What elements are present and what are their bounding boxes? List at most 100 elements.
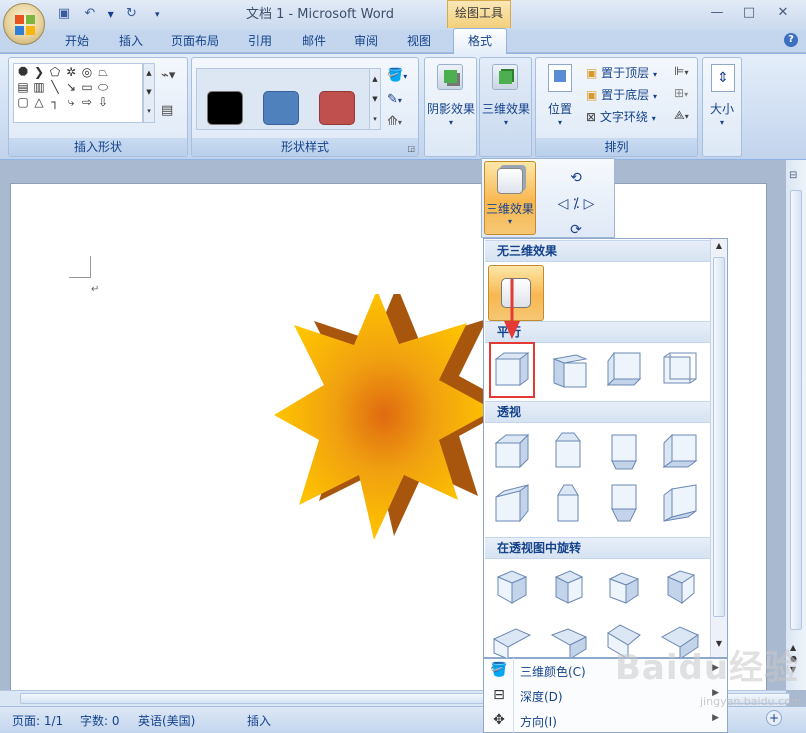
style-swatch-red[interactable]	[319, 91, 355, 125]
chevron-shape-icon[interactable]: ❯	[31, 65, 47, 80]
gallery-item-rotate-5[interactable]	[490, 617, 534, 661]
pentagon-shape-icon[interactable]: ⬠	[47, 65, 63, 80]
gallery-item-rotate-4[interactable]	[658, 565, 702, 609]
gallery-item-parallel-4[interactable]	[658, 347, 702, 391]
group-shape-styles: ▲ ▼ ▾ 🪣▾ ✎▾ ⟰▾ 形状样式 ◲	[191, 57, 419, 157]
gallery-item-perspective-4[interactable]	[658, 429, 702, 473]
line-shape-icon[interactable]: ╲	[47, 80, 63, 95]
gallery-scroll-icon[interactable]: ▲ ▼ ▾	[143, 63, 155, 123]
maximize-icon[interactable]: □	[736, 4, 762, 22]
align-icon[interactable]: ⊫▾	[674, 64, 688, 78]
tab-mailings[interactable]: 邮件	[292, 32, 336, 52]
tab-view[interactable]: 视图	[397, 32, 441, 52]
vertical-textbox-shape-icon[interactable]: ▥	[31, 80, 47, 95]
group-objects-icon[interactable]: ⊞▾	[674, 86, 688, 100]
tab-insert[interactable]: 插入	[109, 32, 153, 52]
gear-shape-icon[interactable]: ✲	[63, 65, 79, 80]
size-button[interactable]: 大小	[703, 100, 741, 117]
oval-shape-icon[interactable]: ⬭	[95, 80, 111, 95]
gallery-item-perspective-3[interactable]	[602, 429, 646, 473]
outline-pen-icon[interactable]: ✎▾	[387, 92, 402, 107]
status-word-count[interactable]: 字数: 0	[80, 712, 120, 729]
rounded-rect-shape-icon[interactable]: ▢	[15, 95, 31, 110]
status-page[interactable]: 页面: 1/1	[12, 712, 63, 729]
styles-scroll-icon[interactable]: ▲ ▼ ▾	[369, 68, 381, 130]
3d-effects-gallery: 无三维效果 平行 透视 在透视图中旋转	[483, 238, 728, 661]
elbow-connector-shape-icon[interactable]: ┐	[47, 95, 63, 110]
position-button[interactable]: 位置	[538, 100, 582, 117]
size-icon[interactable]: ⇕	[711, 64, 735, 92]
dialog-launcher-icon[interactable]: ◲	[407, 144, 415, 153]
group-size: ⇕ 大小 ▾	[702, 57, 742, 157]
rectangle-shape-icon[interactable]: ▭	[79, 80, 95, 95]
octagon-shape-icon[interactable]: ⯃	[15, 65, 31, 80]
elbow-arrow-shape-icon[interactable]: ⤷	[63, 95, 79, 110]
gallery-item-perspective-5[interactable]	[490, 481, 534, 525]
gallery-scroll-thumb[interactable]	[713, 257, 725, 617]
gallery-scrollbar[interactable]: ▲ ▼	[710, 239, 727, 657]
gallery-item-rotate-3[interactable]	[602, 565, 646, 609]
gallery-item-perspective-8[interactable]	[658, 481, 702, 525]
rotate-icon[interactable]: ⟁▾	[674, 108, 689, 123]
trapezoid-shape-icon[interactable]: ⏢	[95, 65, 111, 80]
shadow-effects-icon[interactable]	[437, 64, 463, 90]
office-button[interactable]	[3, 3, 45, 45]
style-swatch-black[interactable]	[207, 91, 243, 125]
shadow-effects-button[interactable]: 阴影效果	[427, 100, 475, 117]
change-shape-icon[interactable]: ⟰▾	[387, 114, 402, 129]
gallery-header-no-3d: 无三维效果	[485, 240, 711, 262]
3d-effects-button[interactable]: 三维效果	[482, 100, 530, 117]
gallery-item-perspective-7[interactable]	[602, 481, 646, 525]
textbox-icon[interactable]: ▤	[161, 103, 173, 118]
eight-point-star-shape[interactable]	[256, 294, 501, 544]
tab-page-layout[interactable]: 页面布局	[163, 32, 227, 52]
ruler-toggle-icon[interactable]: ⊟	[789, 170, 803, 184]
scroll-thumb[interactable]	[790, 190, 802, 630]
gallery-item-parallel-3[interactable]	[602, 347, 646, 391]
close-icon[interactable]: ✕	[770, 4, 796, 22]
gallery-item-perspective-1[interactable]	[490, 429, 534, 473]
tab-review[interactable]: 审阅	[344, 32, 388, 52]
triangle-shape-icon[interactable]: △	[31, 95, 47, 110]
down-arrow-shape-icon[interactable]: ⇩	[95, 95, 111, 110]
paragraph-mark-icon: ↵	[91, 284, 100, 295]
gallery-item-rotate-1[interactable]	[490, 565, 534, 609]
3d-effects-dropdown-button[interactable]: 三维效果 ▾	[484, 161, 536, 235]
gallery-item-parallel-2[interactable]	[546, 347, 590, 391]
edit-shape-icon[interactable]: ⌁▾	[161, 68, 175, 83]
donut-shape-icon[interactable]: ◎	[79, 65, 95, 80]
menu-item-direction[interactable]: ✥ 方向(I) ▶	[484, 709, 727, 733]
gallery-item-rotate-6[interactable]	[546, 617, 590, 661]
bring-to-front-button[interactable]: ▣ 置于顶层 ▾	[586, 64, 657, 81]
shapes-gallery[interactable]: ⯃ ❯ ⬠ ✲ ◎ ⏢ ▤ ▥ ╲ ↘ ▭ ⬭ ▢ △ ┐ ⤷ ⇨ ⇩	[13, 63, 143, 123]
send-to-back-button[interactable]: ▣ 置于底层 ▾	[586, 86, 657, 103]
right-arrow-shape-icon[interactable]: ⇨	[79, 95, 95, 110]
textbox-shape-icon[interactable]: ▤	[15, 80, 31, 95]
style-swatch-blue[interactable]	[263, 91, 299, 125]
tab-format[interactable]: 格式	[453, 28, 507, 54]
direction-icon: ✥	[493, 712, 505, 728]
text-wrap-button[interactable]: ⊠ 文字环绕 ▾	[586, 108, 656, 125]
shape-styles-gallery[interactable]	[196, 68, 370, 130]
tab-home[interactable]: 开始	[55, 32, 99, 52]
gallery-item-perspective-6[interactable]	[546, 481, 590, 525]
position-icon[interactable]	[548, 64, 572, 92]
scroll-up-icon[interactable]: ▲	[711, 241, 727, 250]
status-language[interactable]: 英语(美国)	[138, 712, 195, 729]
tab-references[interactable]: 引用	[238, 32, 282, 52]
gallery-item-rotate-2[interactable]	[546, 565, 590, 609]
tilt-controls-icon[interactable]: ⟲ ◁ ⁒ ▷ ⟳	[546, 165, 606, 243]
status-insert-mode[interactable]: 插入	[247, 712, 271, 729]
3d-effects-icon[interactable]	[492, 64, 518, 90]
minimize-icon[interactable]: —	[704, 4, 730, 22]
fill-bucket-icon[interactable]: 🪣▾	[387, 68, 407, 83]
3d-effects-icon	[497, 168, 523, 194]
zoom-in-icon[interactable]: +	[766, 710, 782, 726]
vertical-scrollbar[interactable]: ⊟ ▲ ● ▼	[786, 160, 806, 690]
send-back-icon: ▣	[586, 88, 598, 102]
chevron-down-icon: ▾	[557, 118, 562, 127]
arrow-line-shape-icon[interactable]: ↘	[63, 80, 79, 95]
help-icon[interactable]: ?	[784, 33, 798, 47]
gallery-item-perspective-2[interactable]	[546, 429, 590, 473]
context-tab-group: 绘图工具	[447, 0, 511, 28]
